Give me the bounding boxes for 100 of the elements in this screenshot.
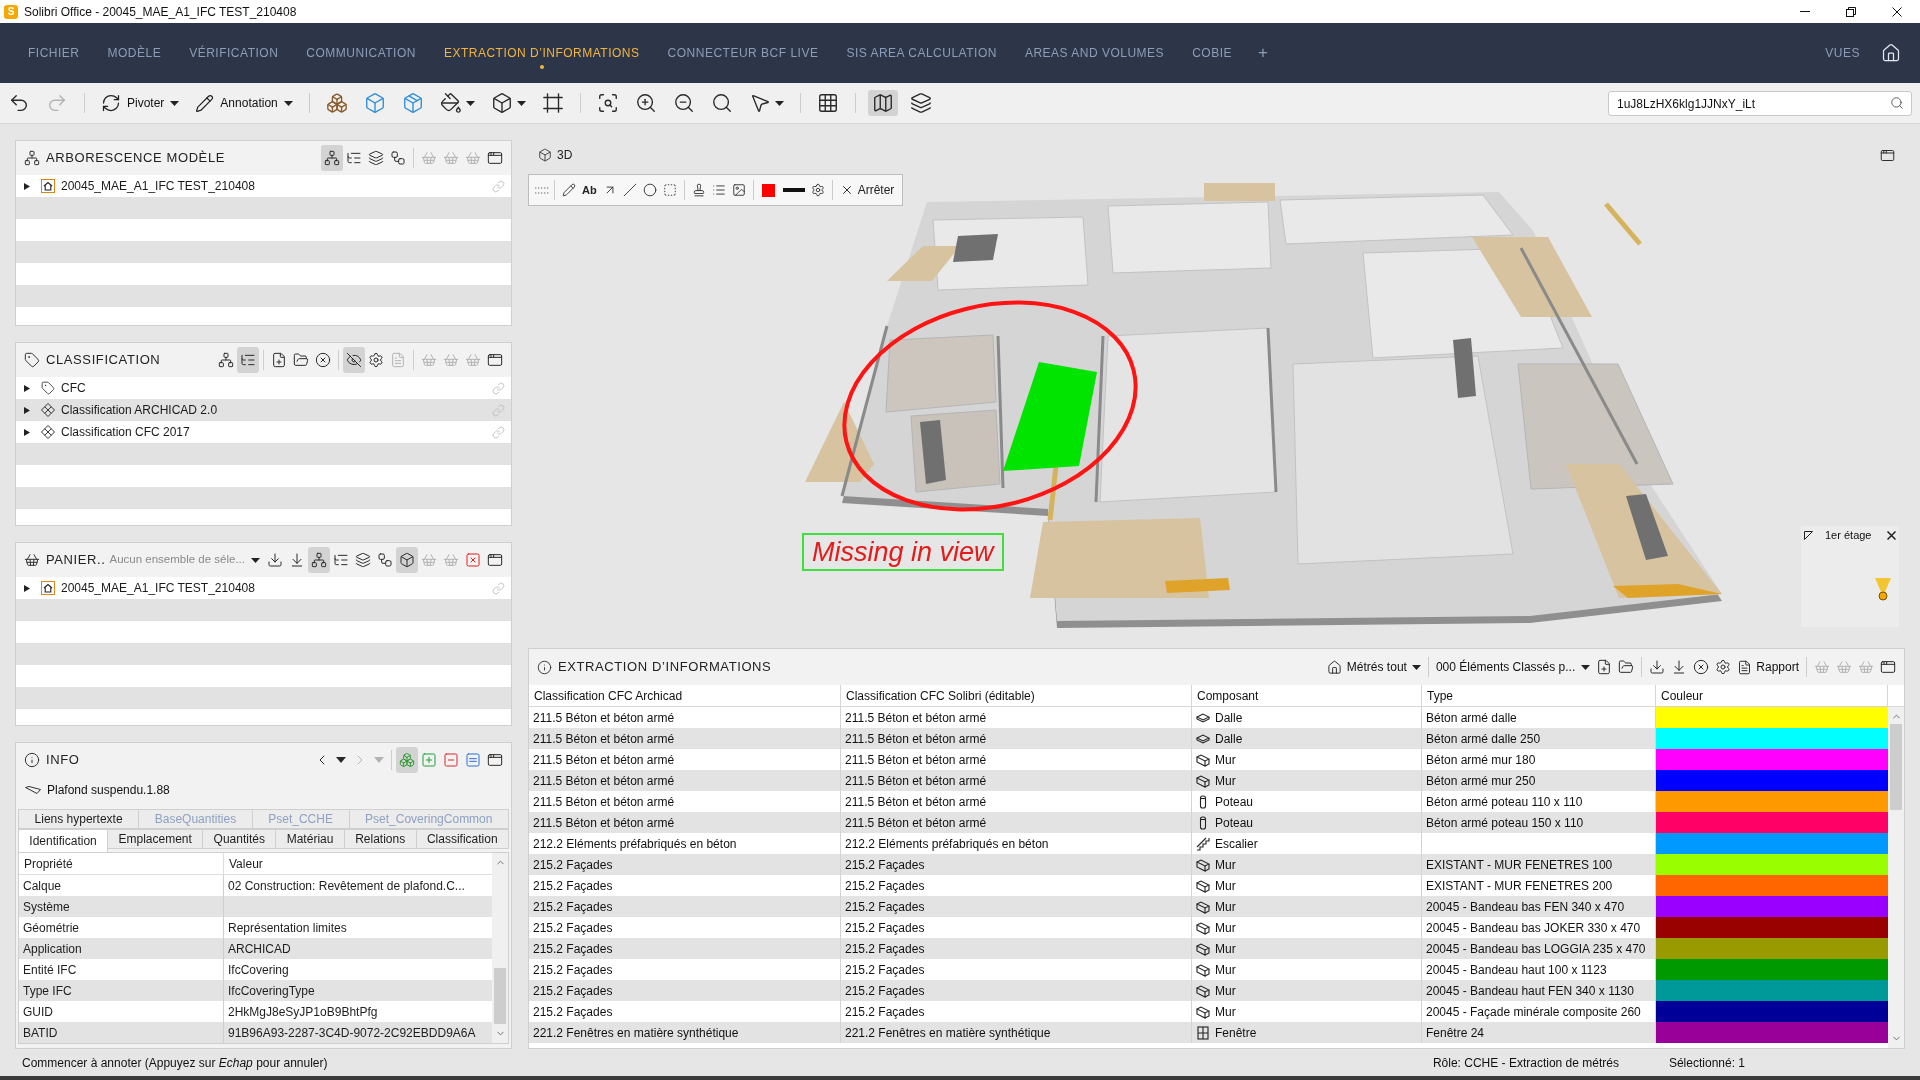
hierarchy-button[interactable] — [321, 145, 343, 171]
table-cell: 211.5 Béton et béton armé — [841, 770, 1192, 791]
menu-tab[interactable]: CONNECTEUR BCF LIVE — [653, 23, 833, 83]
table-cell: Béton armé poteau 150 x 110 — [1422, 812, 1656, 833]
tree-item[interactable]: CFC — [16, 377, 511, 399]
table-cell: 215.2 Façades — [841, 938, 1192, 959]
column-header[interactable]: Type — [1422, 685, 1656, 706]
basket-icon — [443, 150, 459, 166]
cube-icon — [399, 552, 415, 568]
tree-item[interactable]: 20045_MAE_A1_IFC TEST_210408 — [16, 577, 511, 599]
tab[interactable]: Relations — [343, 829, 417, 849]
file-text-icon — [1737, 659, 1753, 675]
table-cell: ARCHICAD — [224, 938, 492, 959]
search-field[interactable]: 1uJ8LzHX6klg1JJNxY_iLt — [1608, 91, 1912, 116]
wall-icon — [1196, 920, 1210, 935]
table-cell: 211.5 Béton et béton armé — [841, 812, 1192, 833]
component-name: Poteau — [1215, 814, 1254, 832]
list-tree-icon — [240, 352, 256, 368]
wall-icon — [1196, 878, 1210, 893]
stop-button[interactable]: Arrêter — [836, 177, 898, 203]
visibility-button[interactable] — [343, 347, 365, 373]
maximize-button[interactable] — [1880, 147, 1895, 163]
table-cell: 215.2 Façades — [529, 938, 841, 959]
menu-tab[interactable]: COBIE — [1178, 23, 1246, 83]
floor-label: 1er étage — [1825, 527, 1872, 543]
tab[interactable]: Quantités — [202, 829, 277, 849]
filter-dropdown[interactable]: 000 Éléments Classés p... — [1432, 654, 1594, 680]
hierarchy-button[interactable] — [308, 547, 330, 573]
layers-icon — [909, 92, 932, 114]
map-button[interactable] — [867, 90, 898, 116]
column-header[interactable]: Classification CFC Solibri (éditable) — [841, 685, 1192, 706]
tree-item[interactable]: 20045_MAE_A1_IFC TEST_210408 — [16, 175, 511, 197]
window-icon — [1880, 147, 1895, 163]
quantities-dropdown[interactable]: Métrés tout — [1323, 654, 1424, 680]
table-cell: 211.5 Béton et béton armé — [529, 812, 841, 833]
window-icon — [487, 552, 503, 568]
link-icon — [492, 425, 505, 439]
column-header[interactable]: Composant — [1192, 685, 1422, 706]
column-header[interactable]: Couleur — [1656, 685, 1888, 706]
tree-item[interactable]: Classification ARCHICAD 2.0 — [16, 399, 511, 421]
column-header[interactable]: Valeur — [224, 853, 492, 874]
menu-tab[interactable]: EXTRACTION D’INFORMATIONS — [429, 23, 654, 83]
tree-item[interactable]: Classification CFC 2017 — [16, 421, 511, 443]
house-icon — [1326, 659, 1342, 675]
panel-title: CLASSIFICATION — [46, 351, 161, 370]
map-icon — [871, 92, 894, 114]
table-cell: EXISTANT - MUR FENETRES 100 — [1422, 854, 1656, 875]
menu-tab[interactable]: MODÈLE — [93, 23, 176, 83]
column-header[interactable]: Propriété — [19, 853, 224, 874]
basket-icon — [1858, 659, 1874, 675]
scrollbar[interactable] — [1888, 707, 1904, 1048]
rotate-button[interactable]: Pivoter — [97, 90, 184, 116]
house-icon — [41, 581, 55, 595]
redo-icon — [46, 92, 68, 114]
folder-open-icon — [293, 352, 309, 368]
settings-icon — [368, 352, 384, 368]
tab[interactable]: Identification — [18, 829, 109, 852]
caret-icon — [465, 100, 475, 106]
window-icon — [487, 352, 503, 368]
annotation-button[interactable]: Annotation — [191, 90, 297, 116]
menu-tab[interactable]: FICHIER — [14, 23, 94, 83]
list-tree-button[interactable] — [237, 347, 259, 373]
tab[interactable]: Emplacement — [107, 829, 204, 849]
scrollbar-thumb[interactable] — [494, 968, 506, 1024]
menu-tab[interactable]: AREAS AND VOLUMES — [1010, 23, 1179, 83]
tab[interactable]: Classification — [415, 829, 509, 849]
link-icon — [492, 381, 505, 395]
basket-icon — [421, 552, 437, 568]
table-cell: 20045 - Bandeau bas LOGGIA 235 x 470 — [1422, 938, 1656, 959]
caret-icon — [336, 757, 346, 763]
scrollbar[interactable] — [492, 853, 508, 1043]
stairs-icon — [1196, 836, 1210, 851]
tab[interactable]: Liens hypertexte — [18, 809, 140, 829]
report-button[interactable]: Rapport — [1734, 654, 1802, 680]
menu-tab[interactable]: SIS AREA CALCULATION — [832, 23, 1011, 83]
table-cell: Système — [19, 896, 224, 917]
text-tool-button[interactable]: Ab — [579, 177, 600, 203]
panel-title: INFO — [46, 751, 80, 770]
add-tab-button[interactable]: + — [1245, 23, 1280, 83]
table-cell: 215.2 Façades — [841, 980, 1192, 1001]
table-cell: Application — [19, 938, 224, 959]
image-icon — [731, 183, 746, 197]
x-square-icon — [465, 552, 481, 568]
scrollbar-thumb[interactable] — [1890, 724, 1902, 810]
tab[interactable]: Matériau — [275, 829, 345, 849]
scan-search-icon — [596, 92, 619, 114]
table-cell: 215.2 Façades — [841, 896, 1192, 917]
element-name: Plafond suspendu.1.88 — [47, 782, 170, 799]
wall-icon — [1196, 983, 1210, 998]
table-cell: 215.2 Façades — [529, 854, 841, 875]
menu-tab[interactable]: COMMUNICATION — [292, 23, 430, 83]
close-button[interactable] — [1887, 530, 1896, 540]
menu-tab[interactable]: VÉRIFICATION — [175, 23, 293, 83]
column-header[interactable]: Classification CFC Archicad — [529, 685, 841, 706]
component-name: Mur — [1215, 877, 1236, 895]
views-button[interactable]: VUES — [1817, 23, 1868, 83]
frame-icon — [541, 92, 564, 114]
stamp-icon — [691, 183, 706, 197]
grip-icon — [534, 186, 550, 194]
cube-button[interactable] — [396, 547, 418, 573]
